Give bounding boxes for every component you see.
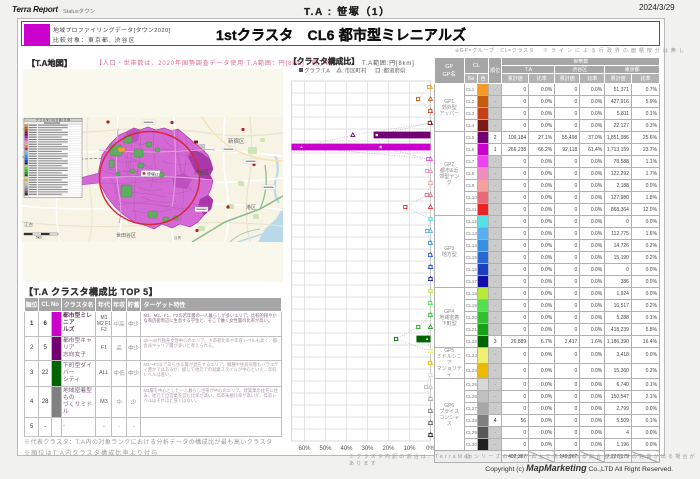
svg-text:笹塚(1): 笹塚(1) — [147, 170, 161, 176]
svg-text:60%: 60% — [298, 446, 311, 452]
svg-text:港区: 港区 — [246, 204, 256, 211]
svg-text:世田谷区: 世田谷区 — [116, 232, 136, 239]
svg-text:新宿区: 新宿区 — [228, 137, 245, 145]
svg-text:目黒: 目黒 — [174, 235, 181, 240]
svg-text:渋谷区: 渋谷区 — [194, 169, 209, 176]
svg-text:50%: 50% — [319, 446, 332, 452]
svg-text:江古: 江古 — [24, 221, 33, 228]
svg-text:グラフ:T.A: グラフ:T.A — [304, 67, 330, 75]
svg-text:20%: 20% — [382, 446, 395, 452]
svg-text:クラスタ(30分類)凡例: クラスタ(30分類)凡例 — [36, 118, 70, 122]
svg-text:30%: 30% — [361, 446, 374, 452]
svg-text:10%: 10% — [403, 446, 416, 452]
svg-text:40%: 40% — [340, 446, 353, 452]
svg-text:5km: 5km — [36, 235, 42, 239]
svg-text::都道府県: :都道府県 — [382, 67, 406, 75]
svg-text::市区町村: :市区町村 — [343, 67, 367, 75]
